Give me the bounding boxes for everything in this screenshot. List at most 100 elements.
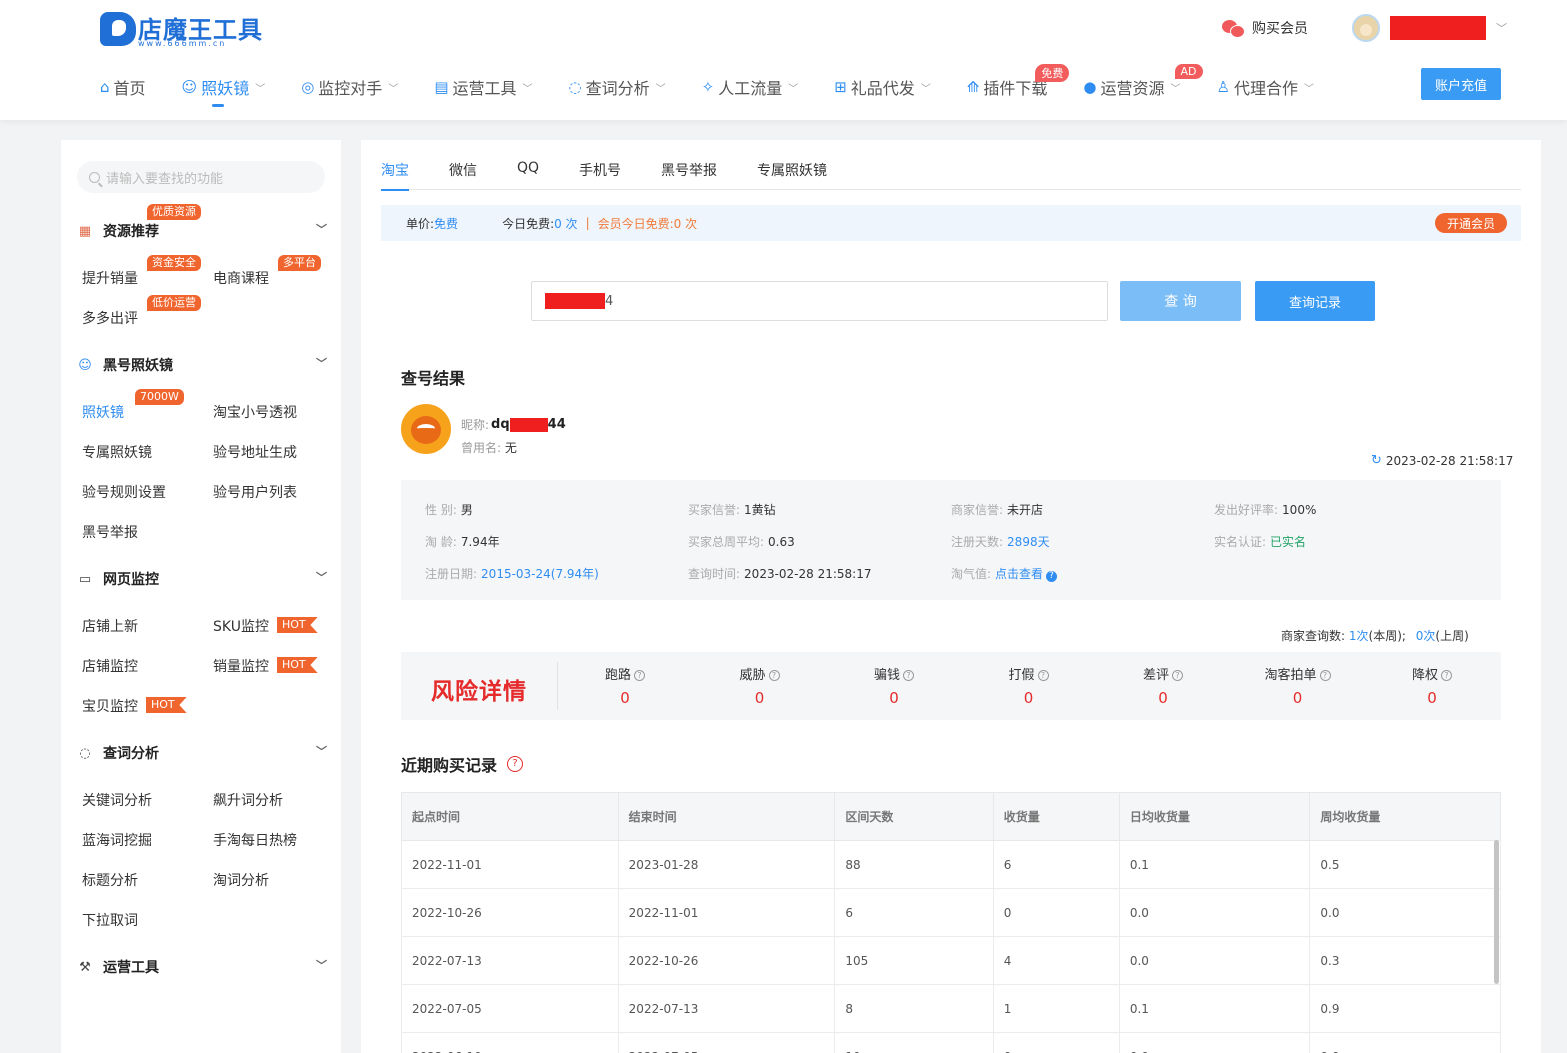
chevron-down-icon: ﹀ [388, 83, 399, 95]
tag-badge: 优质资源 [147, 204, 201, 220]
sidebar-item-boost-sales[interactable]: 提升销量 [82, 268, 138, 288]
tag-badge: 低价运营 [147, 295, 201, 311]
main-content: 淘宝 微信 QQ 手机号 黑号举报 专属照妖镜 单价: 免费 今日免费: 0 次 | 会员… [361, 140, 1541, 1053]
info-taobao-age: 淘 龄: 7.94年 [425, 535, 500, 549]
nav-item-3[interactable]: ▤ 运营工具 ﹀ [434, 72, 532, 102]
sidebar-group-blacklist[interactable]: ☺ 黑号照妖镜 ﹀ [77, 355, 327, 375]
nav-item-5[interactable]: ✧ 人工流量 ﹀ [702, 72, 799, 102]
risk-value: 0 [1158, 689, 1168, 707]
sidebar-item-verify-address[interactable]: 验号地址生成 [213, 442, 297, 462]
open-vip-button[interactable]: 开通会员 [1434, 213, 1507, 233]
recharge-button[interactable]: 账户充值 [1421, 68, 1501, 100]
tab-4[interactable]: 黑号举报 [661, 160, 717, 190]
sidebar-item-title-analysis[interactable]: 标题分析 [82, 870, 138, 890]
nav-item-9[interactable]: ♙ 代理合作 ﹀ [1217, 72, 1314, 102]
table-header-cell[interactable]: 日均收货量 [1118, 792, 1311, 841]
price-bar: 单价: 免费 今日免费: 0 次 | 会员今日免费:0 次 开通会员 [381, 205, 1521, 241]
help-icon[interactable]: ? [1441, 670, 1452, 681]
nav-label: 礼品代发 [850, 79, 915, 98]
table-scrollbar[interactable] [1494, 840, 1499, 984]
table-header-cell[interactable]: 周均收货量 [1309, 792, 1501, 841]
nav-item-7[interactable]: ⟰ 插件下载 免费 [967, 64, 1070, 102]
refresh-time[interactable]: ↻ 2023-02-28 21:58:17 [1371, 453, 1513, 468]
avatar [1352, 14, 1380, 42]
refresh-time-value: 2023-02-28 21:58:17 [1385, 453, 1514, 468]
table-row: 2022-10-26 2022-11-01 6 0 0.0 0.0 [401, 888, 1501, 937]
purchase-records-header: 近期购买记录 ? [401, 752, 524, 776]
sidebar-item-keyword-analysis[interactable]: 关键词分析 [82, 790, 152, 810]
brand-logo[interactable]: 店魔王工具 www.666mm.cn [100, 10, 262, 52]
sidebar-item-ecommerce-course[interactable]: 电商课程 [213, 268, 269, 288]
sidebar-group-title: 查词分析 [103, 746, 159, 762]
tab-5[interactable]: 专属照妖镜 [757, 160, 827, 190]
tab-2[interactable]: QQ [517, 160, 539, 190]
sidebar-group-keywords[interactable]: ◌ 查词分析 ﹀ [77, 743, 327, 763]
sidebar-item-verify-users[interactable]: 验号用户列表 [213, 482, 297, 502]
nav-item-2[interactable]: ◎ 监控对手 ﹀ [301, 72, 398, 102]
nav-item-6[interactable]: ⊞ 礼品代发 ﹀ [834, 72, 931, 102]
table-cell: 105 [834, 936, 994, 985]
sidebar-item-blue-ocean[interactable]: 蓝海词挖掘 [82, 830, 152, 850]
table-header-cell[interactable]: 结束时间 [617, 792, 836, 841]
nav-item-8[interactable]: ● 运营资源 ﹀ AD [1083, 64, 1203, 102]
sidebar-search-placeholder: 请输入要查找的功能 [106, 171, 224, 187]
nav-item-0[interactable]: ⌂ 首页 [100, 72, 146, 102]
buy-vip-link[interactable]: 购买会员 [1222, 18, 1308, 38]
info-luck-value[interactable]: 淘气值: 点击查看? [951, 565, 1058, 582]
help-icon[interactable]: ? [903, 670, 914, 681]
sidebar-group-ops-tools[interactable]: ⚒ 运营工具 ﹀ [77, 957, 327, 977]
sidebar-item-duoduo-review[interactable]: 多多出评 [82, 308, 138, 328]
sidebar-item-taobao-alt[interactable]: 淘宝小号透视 [213, 402, 297, 422]
sidebar-item-sales-monitor[interactable]: 销量监控 [213, 656, 269, 676]
help-icon[interactable]: ? [1172, 670, 1183, 681]
chevron-down-icon: ﹀ [920, 83, 931, 95]
nickname-row: 昵称: dq 44 [461, 416, 566, 433]
sidebar-item-verify-rules[interactable]: 验号规则设置 [82, 482, 166, 502]
help-icon[interactable]: ? [634, 670, 645, 681]
sidebar-item-mirror[interactable]: 照妖镜 [82, 402, 124, 422]
info-positive-rate: 发出好评率: 100% [1214, 503, 1317, 517]
nav-icon: ✧ [701, 78, 715, 96]
tag-badge: 多平台 [278, 255, 321, 271]
account-query-input[interactable]: 4 [531, 281, 1108, 321]
sidebar-item-sku-monitor[interactable]: SKU监控 [213, 616, 269, 636]
sidebar-item-shop-monitor[interactable]: 店铺监控 [82, 656, 138, 676]
sidebar-item-blacklist-report[interactable]: 黑号举报 [82, 522, 138, 542]
table-header-cell[interactable]: 起点时间 [401, 792, 619, 841]
sidebar-group-title: 黑号照妖镜 [103, 358, 173, 374]
table-cell: 10 [834, 1032, 994, 1053]
sidebar-item-daily-hot[interactable]: 手淘每日热榜 [213, 830, 297, 850]
logo-icon [100, 12, 136, 46]
tab-1[interactable]: 微信 [449, 160, 477, 190]
nav-item-4[interactable]: ◌ 查词分析 ﹀ [569, 72, 666, 102]
help-icon[interactable]: ? [1319, 670, 1331, 681]
help-icon[interactable]: ? [1037, 670, 1049, 681]
query-history-button[interactable]: 查询记录 [1255, 281, 1375, 321]
redacted-text [545, 293, 605, 309]
table-header-cell[interactable]: 区间天数 [834, 792, 994, 841]
sidebar-group-monitor[interactable]: ▭ 网页监控 ﹀ [77, 569, 327, 589]
sidebar-item-item-monitor[interactable]: 宝贝监控 [82, 696, 138, 716]
sidebar-group-resources[interactable]: ▦ 资源推荐 ﹀ [77, 221, 327, 241]
query-button[interactable]: 查 询 [1120, 281, 1241, 321]
sidebar-item-exclusive-mirror[interactable]: 专属照妖镜 [82, 442, 152, 462]
nav-label: 运营资源 [1100, 79, 1165, 98]
help-icon[interactable]: ? [507, 756, 524, 772]
sidebar-item-dropdown-words[interactable]: 下拉取词 [82, 910, 138, 930]
table-cell: 0.1 [1118, 840, 1311, 889]
sidebar: 请输入要查找的功能 ▦ 资源推荐 ﹀ 优质资源 提升销量 资金安全 电商课程 多… [61, 140, 341, 1053]
info-register-days: 注册天数: 2898天 [951, 535, 1050, 549]
nickname-label: 昵称: [461, 418, 490, 432]
sidebar-item-taoci-analysis[interactable]: 淘词分析 [213, 870, 269, 890]
tab-3[interactable]: 手机号 [579, 160, 621, 190]
nav-item-1[interactable]: ☺ 照妖镜 ﹀ [182, 72, 265, 107]
user-menu[interactable]: ﹀ [1352, 14, 1507, 42]
risk-label: 差评 [1142, 668, 1169, 683]
info-query-time: 查询时间: 2023-02-28 21:58:17 [688, 567, 872, 581]
table-header-cell[interactable]: 收货量 [992, 792, 1120, 841]
sidebar-search-input[interactable]: 请输入要查找的功能 [77, 161, 325, 193]
sidebar-item-shop-new[interactable]: 店铺上新 [82, 616, 138, 636]
tab-0[interactable]: 淘宝 [381, 160, 409, 191]
sidebar-item-rising-keywords[interactable]: 飙升词分析 [213, 790, 283, 810]
help-icon[interactable]: ? [768, 670, 780, 681]
